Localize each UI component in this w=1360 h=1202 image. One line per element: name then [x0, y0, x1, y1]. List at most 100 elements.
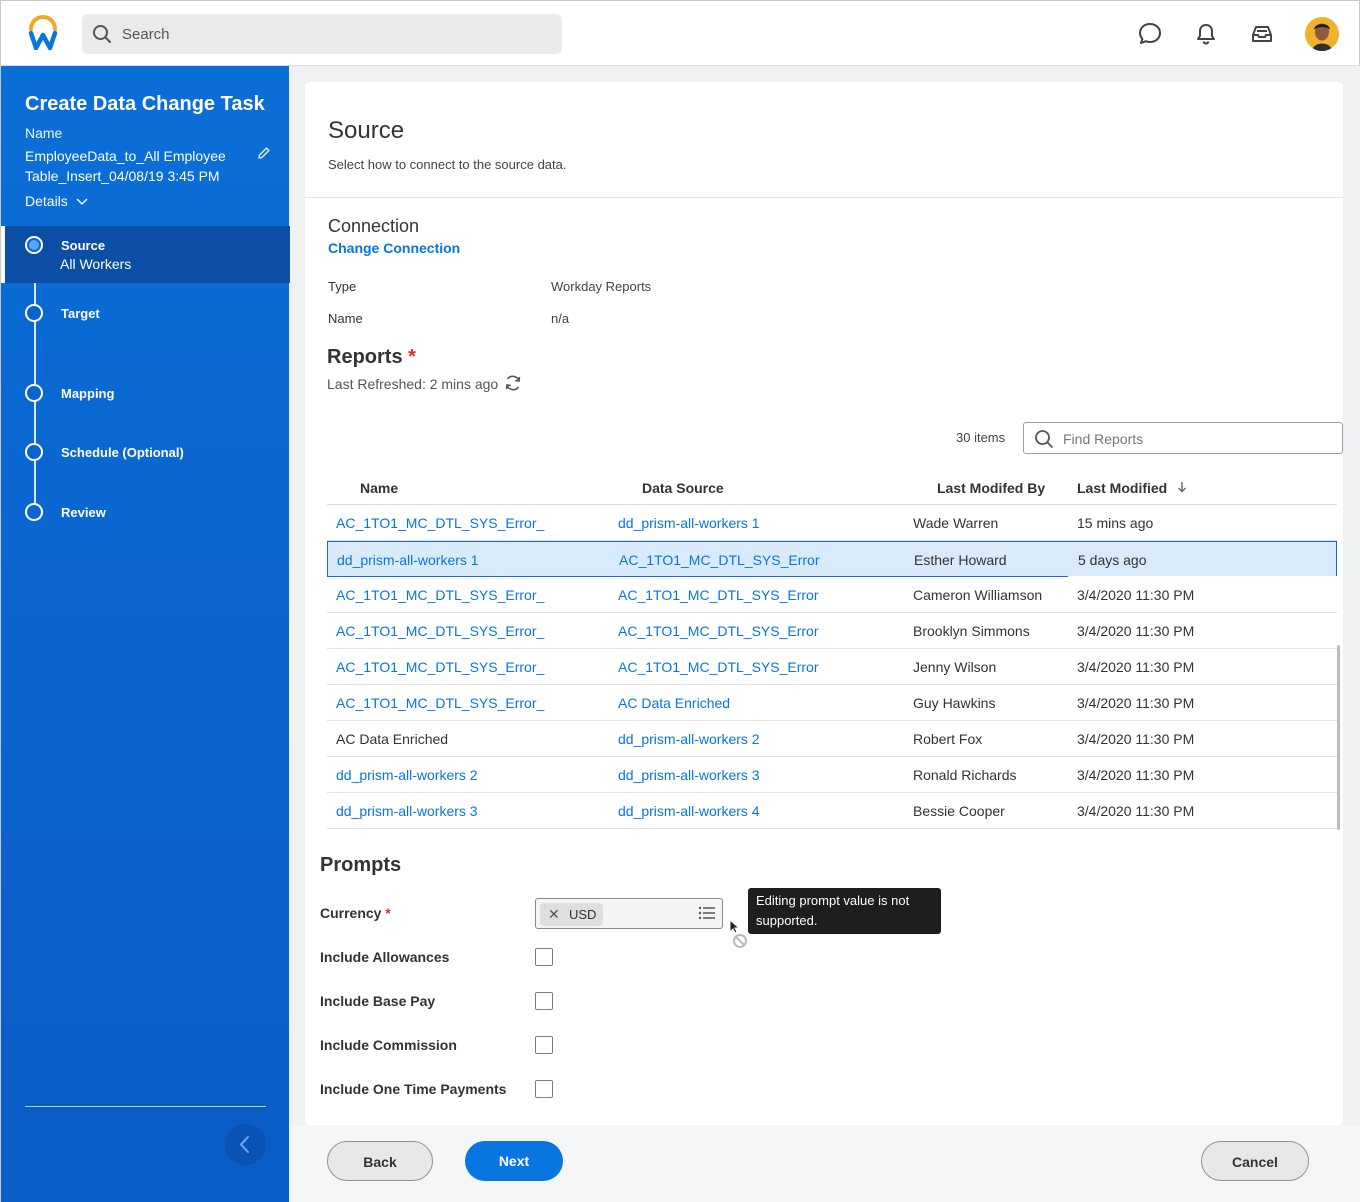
step-target[interactable]: Target	[1, 303, 290, 325]
table-scrollbar[interactable]	[1337, 645, 1340, 830]
last-modified-cell: 15 mins ago	[1077, 515, 1154, 531]
change-connection-link[interactable]: Change Connection	[328, 240, 460, 256]
include-base-pay-label: Include Base Pay	[320, 993, 436, 1009]
table-row[interactable]: dd_prism-all-workers 2 dd_prism-all-worke…	[327, 757, 1337, 793]
source-card: Source Select how to connect to the sour…	[305, 82, 1343, 1125]
report-name-cell[interactable]: AC_1TO1_MC_DTL_SYS_Error_	[336, 587, 544, 603]
step-indicator-icon	[25, 503, 43, 521]
source-description: Select how to connect to the source data…	[328, 157, 567, 172]
table-row[interactable]: AC_1TO1_MC_DTL_SYS_Error_ AC Data Enriche…	[327, 685, 1337, 721]
not-allowed-cursor-icon	[728, 918, 752, 953]
items-count: 30 items	[956, 430, 1006, 445]
workday-logo-icon[interactable]	[25, 15, 61, 51]
table-row[interactable]: AC_1TO1_MC_DTL_SYS_Error_ dd_prism-all-wo…	[327, 505, 1337, 541]
column-header-last-modified[interactable]: Last Modified	[1077, 480, 1187, 496]
include-one-time-payments-label: Include One Time Payments	[320, 1081, 507, 1097]
find-reports-input[interactable]: Find Reports	[1023, 422, 1343, 454]
report-name-cell[interactable]: AC_1TO1_MC_DTL_SYS_Error_	[336, 695, 544, 711]
refresh-icon[interactable]	[503, 373, 523, 398]
step-schedule[interactable]: Schedule (Optional)	[1, 442, 290, 464]
search-input[interactable]: Search	[122, 26, 170, 43]
edit-pencil-icon[interactable]	[257, 146, 271, 165]
type-value: Workday Reports	[551, 279, 652, 294]
last-modified-cell: 3/4/2020 11:30 PM	[1077, 767, 1195, 783]
report-name-cell[interactable]: dd_prism-all-workers 2	[336, 767, 478, 783]
data-source-cell[interactable]: AC_1TO1_MC_DTL_SYS_Error	[618, 587, 818, 603]
cancel-button[interactable]: Cancel	[1201, 1141, 1309, 1181]
connection-heading: Connection	[328, 216, 420, 236]
bell-icon[interactable]	[1193, 21, 1219, 47]
data-source-cell[interactable]: dd_prism-all-workers 3	[618, 767, 760, 783]
footer-bar	[289, 1125, 1360, 1202]
column-header-name[interactable]: Name	[360, 480, 398, 496]
step-label: Mapping	[61, 386, 115, 401]
last-modified-cell: 3/4/2020 11:30 PM	[1077, 587, 1195, 603]
sort-down-icon[interactable]	[1177, 481, 1187, 493]
include-one-time-payments-checkbox[interactable]	[535, 1080, 553, 1098]
last-modified-cell: 3/4/2020 11:30 PM	[1077, 659, 1195, 675]
table-row[interactable]: dd_prism-all-workers 1 AC_1TO1_MC_DTL_SYS…	[327, 541, 1337, 577]
currency-prompt-field[interactable]: ✕ USD	[535, 898, 723, 929]
close-icon[interactable]: ✕	[548, 906, 560, 923]
last-modified-cell: 3/4/2020 11:30 PM	[1077, 731, 1195, 747]
step-indicator-icon	[25, 384, 43, 402]
reports-title: Reports	[327, 346, 403, 368]
modified-by-cell: Robert Fox	[913, 731, 983, 747]
column-header-label: Last Modified	[1077, 480, 1168, 496]
include-commission-label: Include Commission	[320, 1037, 457, 1053]
modified-by-cell: Brooklyn Simmons	[913, 623, 1030, 639]
list-icon[interactable]	[698, 905, 716, 926]
modified-by-cell: Ronald Richards	[913, 767, 1017, 783]
table-row[interactable]: AC_1TO1_MC_DTL_SYS_Error_ AC_1TO1_MC_DTL_…	[327, 577, 1337, 613]
prompts-heading: Prompts	[320, 854, 402, 876]
data-source-cell[interactable]: AC_1TO1_MC_DTL_SYS_Error	[618, 623, 818, 639]
step-review[interactable]: Review	[1, 502, 290, 524]
last-modified-cell: 3/4/2020 11:30 PM	[1077, 623, 1195, 639]
name-value: n/a	[551, 311, 570, 326]
column-header-last-modified-by[interactable]: Last Modifed By	[937, 480, 1045, 496]
details-toggle[interactable]: Details	[25, 193, 88, 209]
modified-by-cell: Wade Warren	[913, 515, 999, 531]
table-body: AC_1TO1_MC_DTL_SYS_Error_ dd_prism-all-wo…	[327, 505, 1337, 829]
inbox-icon[interactable]	[1249, 21, 1275, 47]
data-source-cell[interactable]: AC Data Enriched	[618, 695, 730, 711]
page-title: Source	[328, 117, 405, 144]
include-commission-checkbox[interactable]	[535, 1036, 553, 1054]
search-bar[interactable]: Search	[82, 14, 562, 54]
include-base-pay-checkbox[interactable]	[535, 992, 553, 1010]
report-name-cell[interactable]: AC_1TO1_MC_DTL_SYS_Error_	[336, 623, 544, 639]
chevron-left-icon	[239, 1136, 249, 1153]
currency-chip[interactable]: ✕ USD	[540, 903, 603, 926]
step-indicator-icon	[25, 304, 43, 322]
report-name-cell[interactable]: AC_1TO1_MC_DTL_SYS_Error_	[336, 659, 544, 675]
last-modified-cell: 3/4/2020 11:30 PM	[1077, 695, 1195, 711]
task-title: Create Data Change Task	[25, 93, 265, 115]
top-bar: Search	[0, 0, 1360, 66]
step-source[interactable]: Source All Workers	[1, 226, 290, 283]
table-row[interactable]: AC_1TO1_MC_DTL_SYS_Error_ AC_1TO1_MC_DTL_…	[327, 613, 1337, 649]
report-name-cell[interactable]: dd_prism-all-workers 3	[336, 803, 478, 819]
data-source-cell[interactable]: AC_1TO1_MC_DTL_SYS_Error	[619, 552, 819, 568]
report-name-cell[interactable]: AC_1TO1_MC_DTL_SYS_Error_	[336, 515, 544, 531]
modified-by-cell: Esther Howard	[914, 552, 1007, 568]
avatar[interactable]	[1305, 17, 1339, 51]
column-header-data-source[interactable]: Data Source	[642, 480, 724, 496]
chat-icon[interactable]	[1137, 21, 1163, 47]
collapse-sidebar-button[interactable]	[225, 1124, 266, 1165]
include-allowances-checkbox[interactable]	[535, 948, 553, 966]
data-source-cell[interactable]: dd_prism-all-workers 2	[618, 731, 760, 747]
step-indicator-icon	[25, 443, 43, 461]
data-source-cell[interactable]: AC_1TO1_MC_DTL_SYS_Error	[618, 659, 818, 675]
last-modified-cell: 3/4/2020 11:30 PM	[1077, 803, 1195, 819]
data-source-cell[interactable]: dd_prism-all-workers 4	[618, 803, 760, 819]
next-button[interactable]: Next	[465, 1141, 563, 1181]
table-row[interactable]: AC Data Enriched dd_prism-all-workers 2 Ro…	[327, 721, 1337, 757]
data-source-cell[interactable]: dd_prism-all-workers 1	[618, 515, 760, 531]
back-button[interactable]: Back	[327, 1141, 433, 1181]
currency-value: USD	[569, 907, 597, 922]
table-row[interactable]: dd_prism-all-workers 3 dd_prism-all-worke…	[327, 793, 1337, 829]
table-row[interactable]: AC_1TO1_MC_DTL_SYS_Error_ AC_1TO1_MC_DTL_…	[327, 649, 1337, 685]
report-name-cell[interactable]: dd_prism-all-workers 1	[337, 552, 479, 568]
step-mapping[interactable]: Mapping	[1, 383, 290, 405]
currency-label: Currency *	[320, 905, 391, 921]
